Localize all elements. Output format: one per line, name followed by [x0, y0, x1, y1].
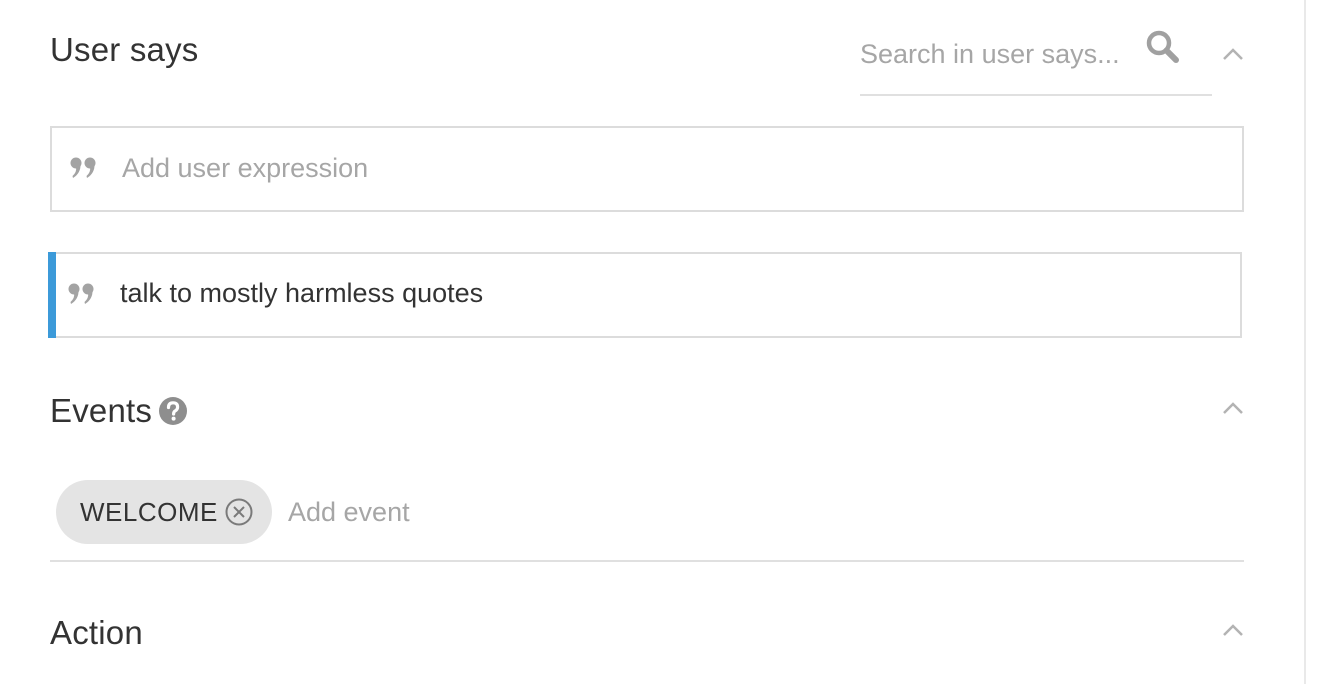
active-accent-bar	[48, 252, 56, 338]
user-expression-item[interactable]: talk to mostly harmless quotes	[48, 252, 1242, 338]
events-input-underline	[50, 560, 1244, 562]
add-user-expression-input[interactable]	[122, 146, 1222, 190]
user-says-title: User says	[50, 31, 199, 68]
event-chip-label: WELCOME	[80, 497, 218, 527]
quote-icon	[70, 156, 98, 180]
panel-right-divider	[1304, 0, 1306, 684]
intent-editor: User says Search in user says... Add use…	[0, 0, 1334, 684]
event-chip-welcome: WELCOME	[56, 480, 272, 544]
add-event-input[interactable]	[288, 490, 888, 534]
quote-icon	[68, 282, 96, 306]
action-title: Action	[50, 614, 143, 651]
question-circle-icon[interactable]	[158, 396, 188, 426]
user-says-collapse-chevron-up-icon[interactable]	[1220, 44, 1246, 64]
user-says-search	[860, 26, 1212, 96]
search-icon[interactable]	[1144, 28, 1184, 68]
add-user-expression-box[interactable]	[50, 126, 1244, 212]
circle-x-icon[interactable]	[224, 497, 254, 527]
events-title: Events	[50, 392, 153, 429]
events-collapse-chevron-up-icon[interactable]	[1220, 398, 1246, 418]
user-expression-text[interactable]: talk to mostly harmless quotes	[120, 278, 483, 309]
search-input[interactable]	[860, 34, 1130, 74]
action-collapse-chevron-up-icon[interactable]	[1220, 620, 1246, 640]
